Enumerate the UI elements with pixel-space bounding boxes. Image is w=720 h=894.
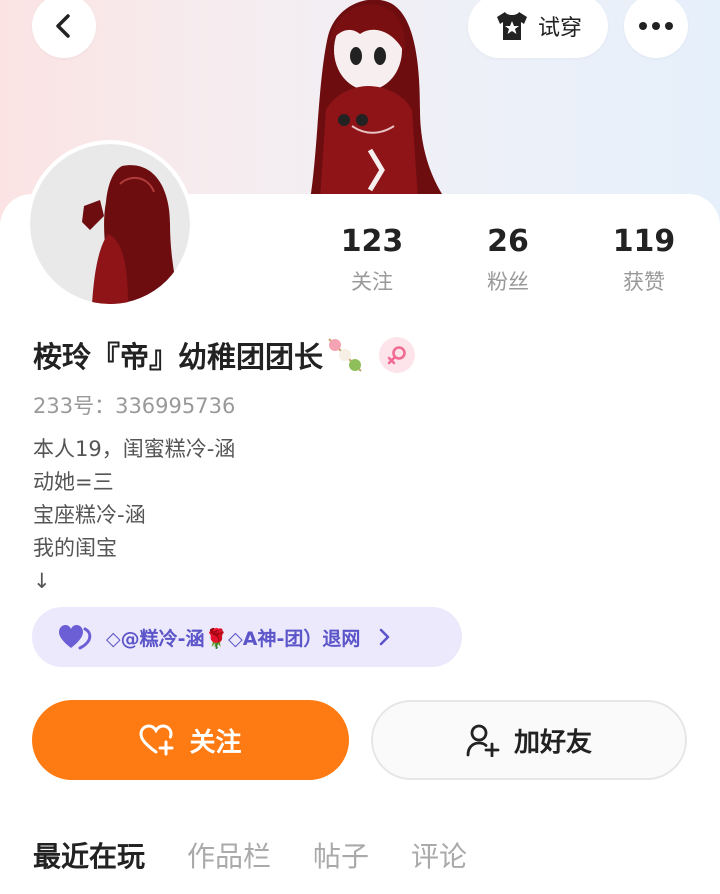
dango-icon	[328, 338, 362, 372]
female-icon	[387, 346, 406, 365]
tshirt-star-icon	[496, 12, 527, 40]
likes-label: 获赞	[623, 270, 665, 294]
followers-label: 粉丝	[487, 270, 529, 294]
tab-comments[interactable]: 评论	[411, 835, 467, 875]
user-id: 233号：336995736	[33, 394, 236, 418]
follow-button[interactable]: 关注	[32, 700, 349, 780]
following-label: 关注	[351, 270, 393, 294]
avatar-image	[30, 144, 190, 304]
add-friend-label: 加好友	[513, 727, 592, 758]
likes-count: 119	[612, 224, 676, 259]
bio-line: 宝座糕冷-涵	[33, 503, 146, 527]
tab-recently-played[interactable]: 最近在玩	[33, 835, 145, 875]
profile-bio: 本人19，闺蜜糕冷-涵 动她=三 宝座糕冷-涵 我的闺宝 ↓	[33, 433, 235, 598]
try-on-button[interactable]: 试穿	[468, 0, 608, 58]
hearts-icon	[59, 625, 92, 650]
heart-plus-icon	[139, 724, 174, 756]
following-count: 123	[340, 224, 404, 259]
more-options-button[interactable]	[624, 0, 688, 58]
followers-count: 26	[487, 224, 529, 259]
bio-line: 本人19，闺蜜糕冷-涵	[33, 437, 236, 461]
more-dots-icon	[639, 22, 673, 30]
group-link-text: ◇@糕冷-涵🌹◇A神-团）退网	[106, 627, 361, 650]
group-link[interactable]: ◇@糕冷-涵🌹◇A神-团）退网	[32, 607, 462, 667]
bio-line: ↓	[33, 569, 51, 593]
gender-badge	[379, 337, 416, 373]
stat-likes[interactable]: 119 获赞	[584, 222, 704, 296]
bio-line: 我的闺宝	[33, 536, 117, 560]
bio-line: 动她=三	[33, 470, 114, 494]
chevron-left-icon	[56, 14, 70, 38]
profile-name: 桉玲『帝』幼稚团团长	[33, 340, 324, 374]
tab-posts[interactable]: 帖子	[313, 835, 369, 875]
chevron-right-icon	[380, 628, 390, 646]
add-friend-button[interactable]: 加好友	[371, 700, 687, 780]
profile-tabs: 最近在玩 作品栏 帖子 评论	[33, 835, 467, 875]
add-user-icon	[466, 724, 500, 757]
tab-works[interactable]: 作品栏	[187, 835, 271, 875]
follow-label: 关注	[189, 727, 242, 758]
profile-avatar[interactable]	[30, 144, 190, 304]
name-row: 桉玲『帝』幼稚团团长	[33, 334, 416, 376]
character-avatar-3d	[310, 0, 446, 200]
back-button[interactable]	[32, 0, 96, 58]
try-on-label: 试穿	[537, 16, 582, 41]
stat-following[interactable]: 123 关注	[312, 222, 432, 296]
stat-followers[interactable]: 26 粉丝	[448, 222, 568, 296]
